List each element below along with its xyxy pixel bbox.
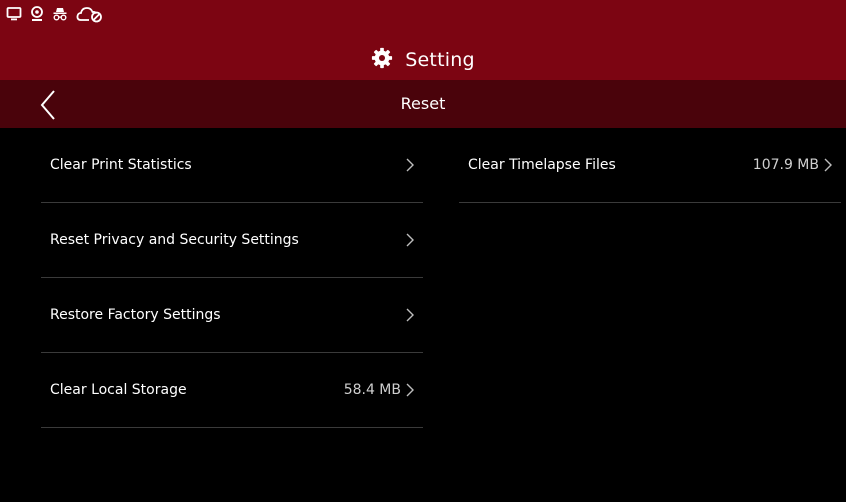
clear-timelapse-files-row[interactable]: Clear Timelapse Files 107.9 MB xyxy=(459,128,841,203)
restore-factory-settings-row[interactable]: Restore Factory Settings xyxy=(41,278,423,353)
chevron-right-icon xyxy=(824,158,832,172)
timelapse-size-value: 107.9 MB xyxy=(752,157,819,173)
reset-privacy-security-row[interactable]: Reset Privacy and Security Settings xyxy=(41,203,423,278)
row-right: 107.9 MB xyxy=(753,157,833,173)
row-right xyxy=(401,232,415,248)
cloud-disconnected-icon xyxy=(76,5,104,23)
status-bar xyxy=(6,2,104,26)
chevron-right-icon xyxy=(406,233,414,247)
row-label: Restore Factory Settings xyxy=(50,307,221,323)
storage-size-value: 58.4 MB xyxy=(343,382,401,398)
page-title: Setting xyxy=(405,49,475,71)
gear-icon xyxy=(371,47,393,73)
row-label: Clear Timelapse Files xyxy=(468,157,616,173)
monitor-icon xyxy=(6,6,22,22)
page-header: Setting xyxy=(0,44,846,76)
incognito-icon xyxy=(52,6,68,22)
top-bar: Setting xyxy=(0,0,846,80)
row-right xyxy=(401,157,415,173)
row-label: Clear Local Storage xyxy=(50,382,187,398)
back-button[interactable] xyxy=(34,88,68,122)
clear-print-statistics-row[interactable]: Clear Print Statistics xyxy=(41,128,423,203)
clear-local-storage-row[interactable]: Clear Local Storage 58.4 MB xyxy=(41,353,423,428)
chevron-right-icon xyxy=(406,308,414,322)
webcam-icon xyxy=(30,6,44,22)
chevron-right-icon xyxy=(406,158,414,172)
chevron-right-icon xyxy=(406,383,414,397)
row-label: Reset Privacy and Security Settings xyxy=(50,232,299,248)
settings-content: Clear Print Statistics Reset Privacy and… xyxy=(0,128,846,502)
sub-header: Reset xyxy=(0,80,846,128)
chevron-left-icon xyxy=(40,90,55,120)
row-right: 58.4 MB xyxy=(344,382,415,398)
row-right xyxy=(401,307,415,323)
row-label: Clear Print Statistics xyxy=(50,157,192,173)
section-title: Reset xyxy=(400,94,446,113)
